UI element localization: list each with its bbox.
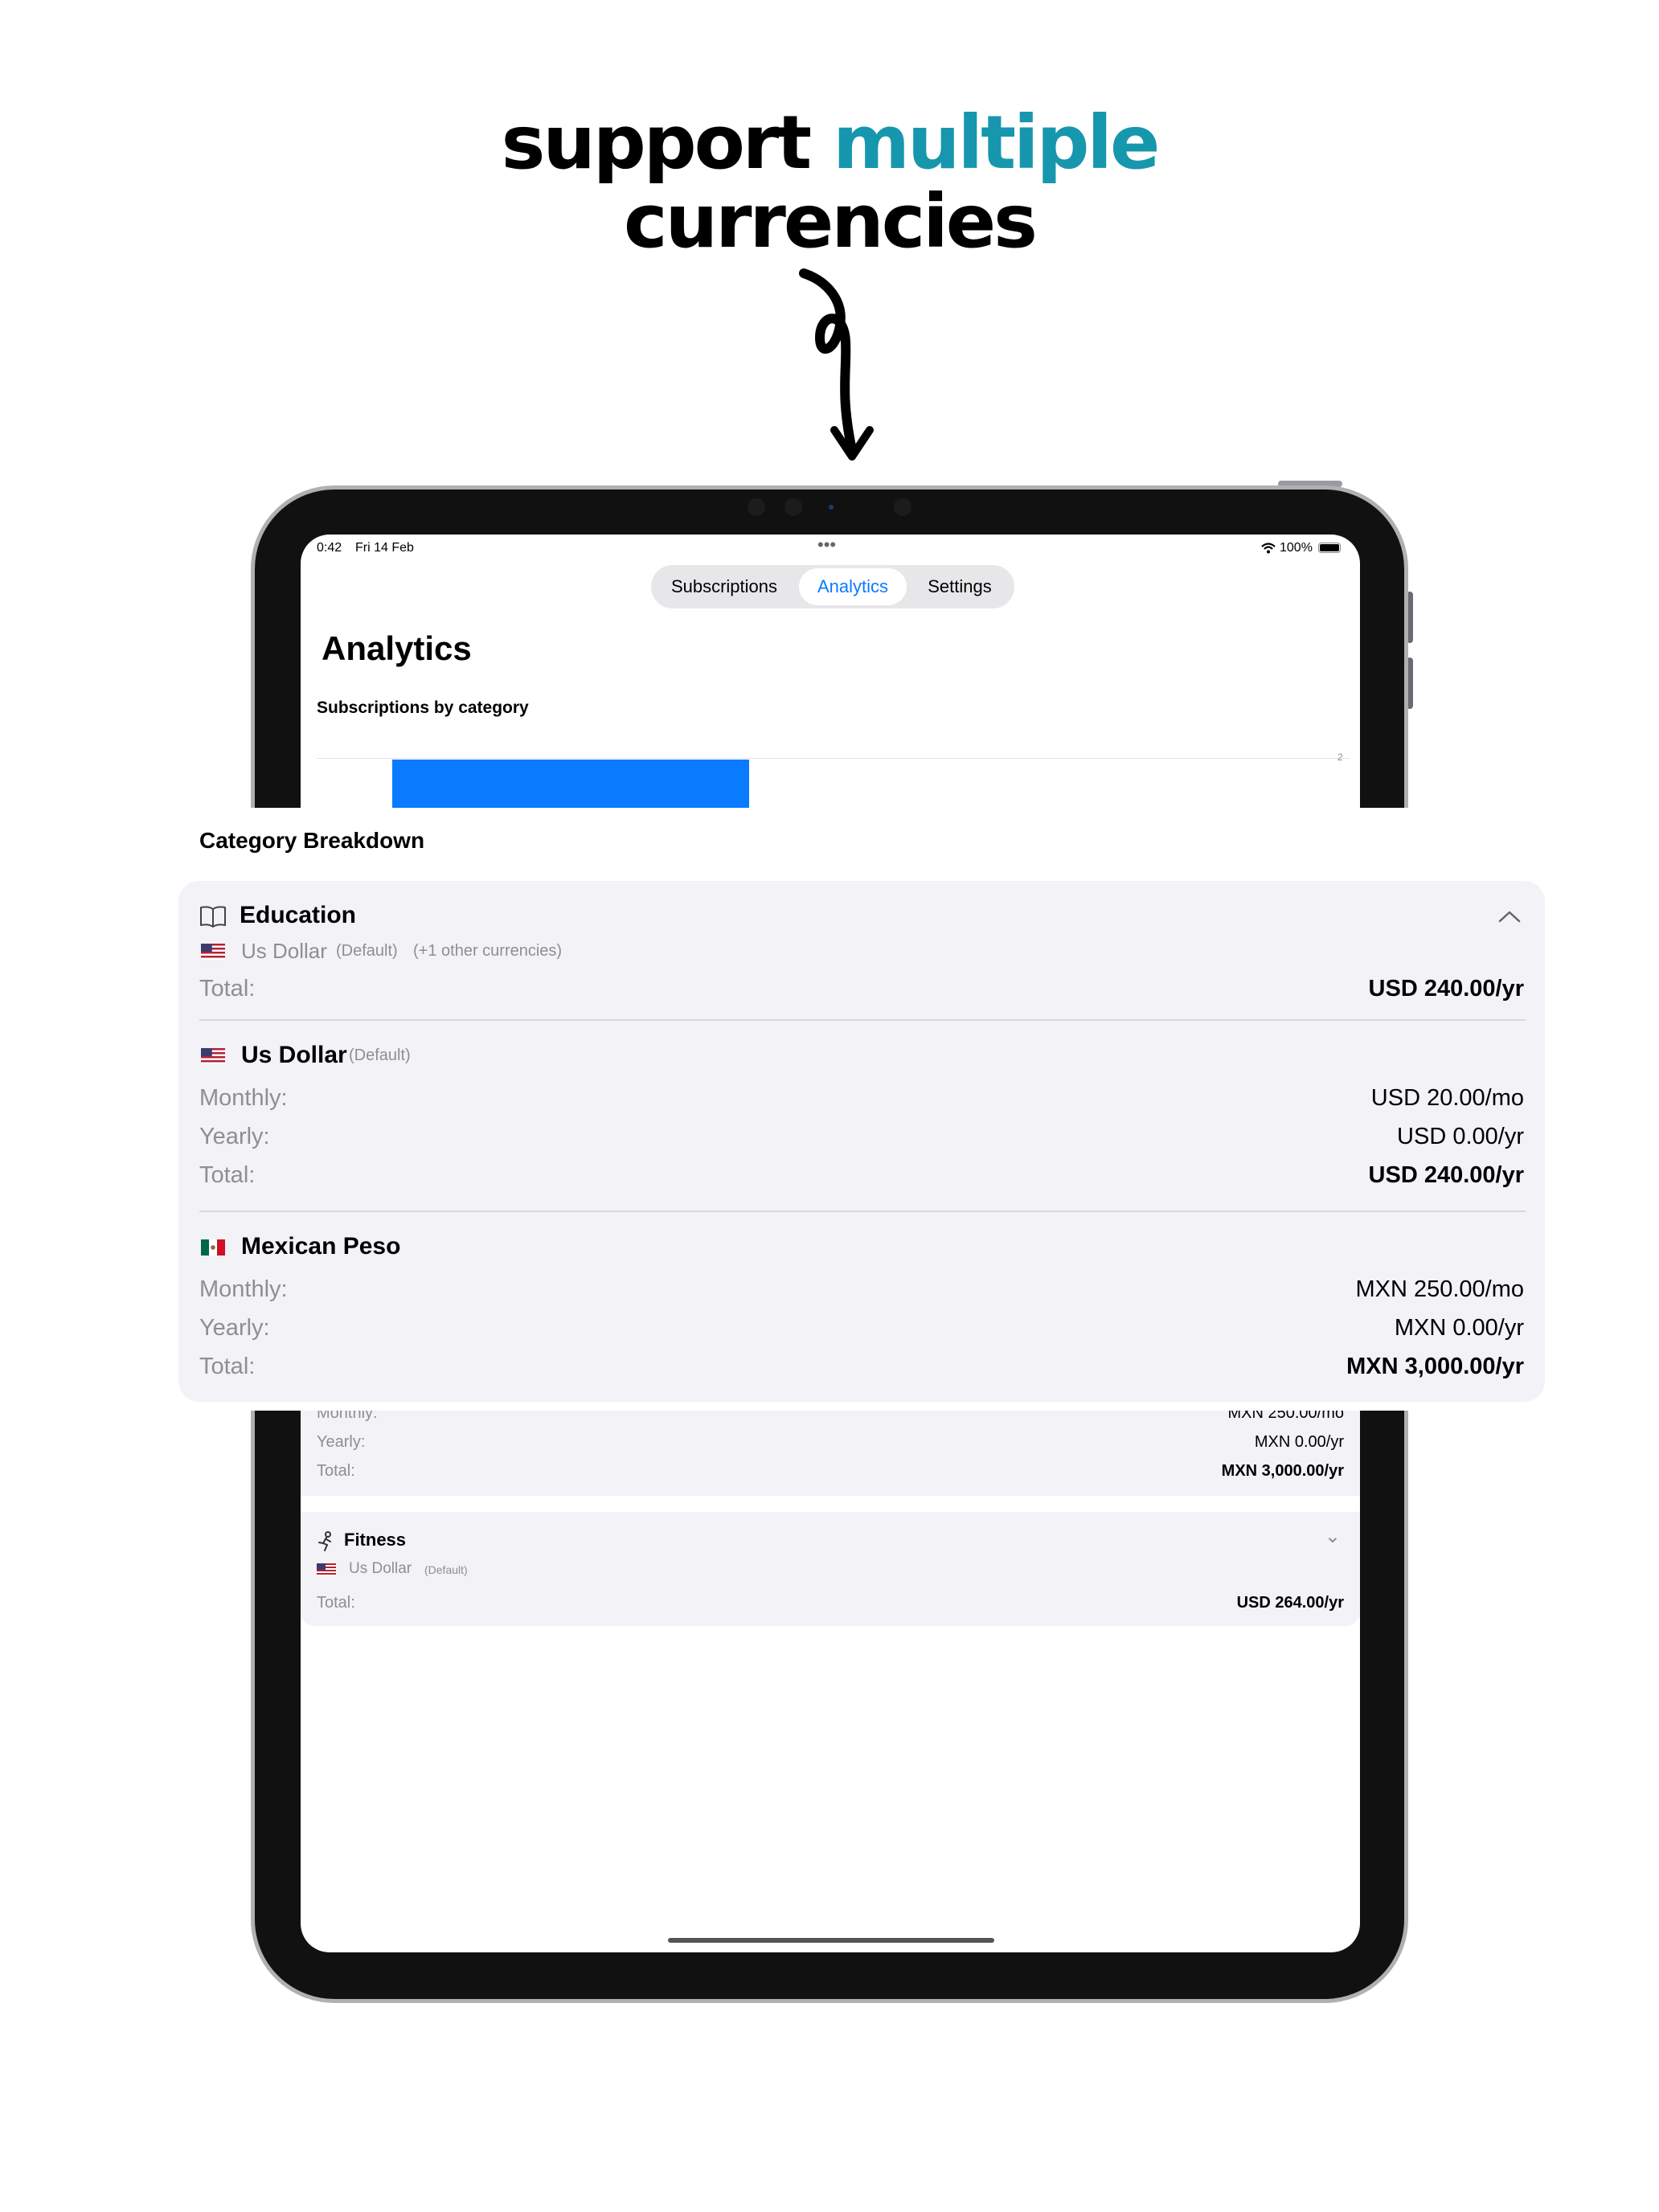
battery-percent: 100% [1280, 541, 1313, 555]
divider [199, 1019, 1526, 1021]
headline-line-1: support multiple [0, 103, 1659, 183]
tab-analytics[interactable]: Analytics [799, 568, 907, 605]
other-currencies-tag: (+1 other currencies) [413, 942, 563, 960]
camera-icon [829, 505, 834, 510]
chevron-down-icon[interactable]: ⌄ [1325, 1525, 1341, 1548]
status-time: 0:42 [317, 541, 342, 555]
sensor-icon [894, 498, 911, 516]
yearly-value: USD 0.00/yr [1397, 1124, 1524, 1149]
breakdown-title: Category Breakdown [199, 828, 425, 853]
total-value: USD 240.00/yr [1368, 1162, 1524, 1188]
multitask-dots[interactable]: ••• [817, 535, 836, 555]
book-icon [200, 906, 226, 928]
category-name: Fitness [344, 1530, 407, 1550]
sensor-icon [784, 498, 802, 516]
total-value: USD 264.00/yr [1236, 1594, 1344, 1612]
wifi-icon [1261, 543, 1276, 554]
total-label: Total: [317, 1462, 355, 1480]
monthly-value: USD 20.00/mo [1370, 1085, 1524, 1111]
yearly-label: Yearly: [199, 1315, 270, 1341]
mx-flag-icon [201, 1239, 225, 1256]
chevron-up-icon[interactable] [1498, 910, 1521, 923]
default-tag: (Default) [336, 942, 398, 960]
sensor-icon [748, 498, 765, 516]
category-name: Education [240, 902, 357, 928]
currency-name: Us Dollar [241, 939, 327, 963]
status-date: Fri 14 Feb [355, 541, 414, 555]
currency-name: Us Dollar [349, 1560, 412, 1577]
headline-accent: multiple [833, 100, 1160, 186]
divider [199, 1210, 1526, 1212]
us-flag-icon [201, 1048, 225, 1064]
us-flag-icon [317, 1563, 336, 1576]
home-indicator[interactable] [668, 1938, 994, 1943]
monthly-value: MXN 250.00/mo [1355, 1276, 1524, 1302]
chart-title: Subscriptions by category [317, 698, 529, 717]
default-tag: (Default) [349, 1047, 411, 1064]
headline-line-2: currencies [624, 178, 1038, 264]
tab-subscriptions[interactable]: Subscriptions [661, 565, 788, 608]
total-value: MXN 3,000.00/yr [1346, 1354, 1524, 1379]
total-label: Total: [317, 1594, 355, 1612]
monthly-label: Monthly: [199, 1085, 288, 1111]
yearly-value: MXN 0.00/yr [1394, 1315, 1524, 1341]
tab-bar: Subscriptions Analytics Settings [651, 565, 1014, 608]
total-label: Total: [199, 976, 256, 1002]
currency-name: Mexican Peso [241, 1233, 401, 1260]
yearly-label: Yearly: [317, 1433, 366, 1451]
us-flag-icon [201, 944, 225, 960]
default-tag: (Default) [424, 1563, 468, 1576]
yearly-label: Yearly: [199, 1124, 270, 1149]
tab-settings[interactable]: Settings [913, 565, 1006, 608]
page-title: Analytics [322, 629, 472, 667]
card-gap [301, 1496, 1360, 1512]
running-icon [318, 1531, 331, 1551]
chart-gridline [317, 758, 1350, 759]
total-label: Total: [199, 1162, 256, 1188]
total-label: Total: [199, 1354, 256, 1379]
yearly-value: MXN 0.00/yr [1254, 1433, 1344, 1451]
currency-name: Us Dollar [241, 1042, 347, 1068]
headline-text: support [501, 100, 834, 186]
arrow-icon [799, 268, 874, 461]
total-value: USD 240.00/yr [1368, 976, 1524, 1002]
battery-icon [1318, 543, 1341, 553]
total-value: MXN 3,000.00/yr [1221, 1462, 1344, 1480]
chart-tick-label: 2 [1337, 752, 1343, 763]
monthly-label: Monthly: [199, 1276, 288, 1302]
category-card-education[interactable]: Education Us Dollar (Default) (+1 other … [178, 881, 1545, 1402]
